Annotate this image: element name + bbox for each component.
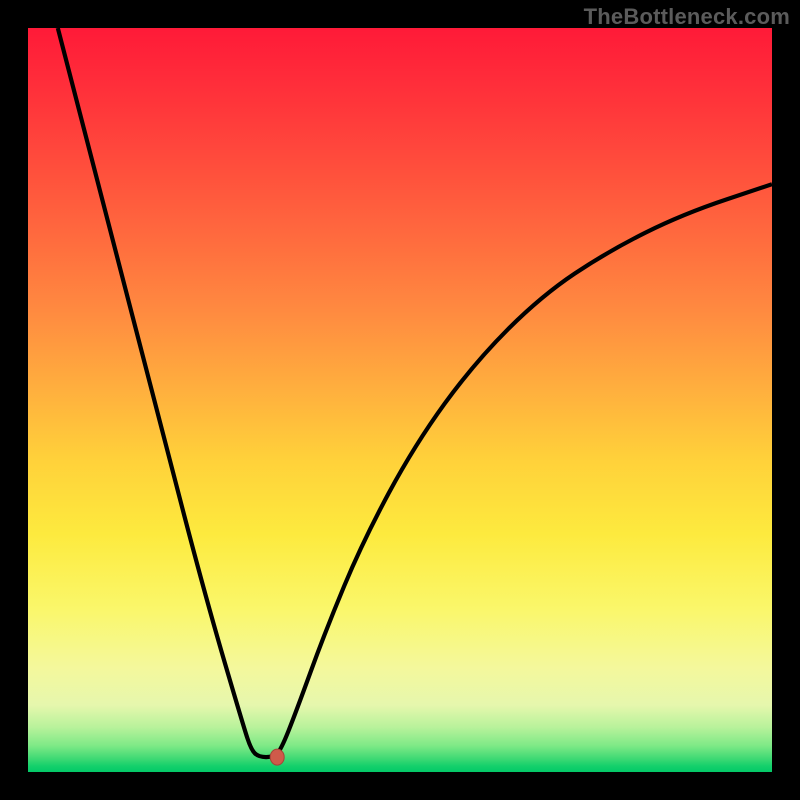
bottleneck-marker — [270, 749, 284, 765]
plot-area — [28, 28, 772, 772]
curve-path — [58, 28, 772, 757]
curve-svg — [28, 28, 772, 772]
chart-frame: TheBottleneck.com — [0, 0, 800, 800]
watermark-text: TheBottleneck.com — [584, 4, 790, 30]
